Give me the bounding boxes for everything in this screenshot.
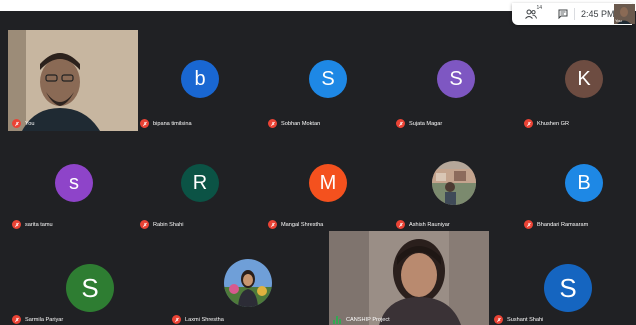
mic-off-icon [172, 315, 181, 324]
participant-name: Sujata Magar [409, 120, 443, 127]
participant-label: Ashish Rauniyar [396, 220, 450, 229]
avatar: S [66, 264, 114, 312]
self-preview-label: You [615, 18, 622, 23]
participant-tile-you[interactable]: You [8, 30, 138, 131]
participant-label: CANSHIP Project [333, 315, 390, 324]
speaking-indicator-icon [333, 315, 342, 324]
participant-name: Sarmila Pariyar [25, 316, 64, 323]
participant-label: You [12, 119, 34, 128]
participant-video-feed [329, 231, 489, 325]
participant-label: Sushant Shahi [494, 315, 543, 324]
participant-label: Bhandari Ramsaram [524, 220, 588, 229]
people-icon [525, 9, 537, 19]
participant-name: sarita tamu [25, 221, 53, 228]
avatar: K [565, 60, 603, 98]
chat-button[interactable] [556, 7, 570, 21]
mic-off-icon [268, 119, 277, 128]
participants-button[interactable]: 14 [522, 5, 542, 21]
avatar: s [55, 164, 93, 202]
mic-off-icon [494, 315, 503, 324]
avatar: S [544, 264, 592, 312]
participant-name: You [25, 120, 35, 127]
avatar-photo [224, 259, 272, 307]
chat-icon [558, 9, 568, 19]
participant-name: Sushant Shahi [507, 316, 544, 323]
mic-off-icon [12, 119, 21, 128]
participant-label: Rabin Shahi [140, 220, 183, 229]
participant-tile[interactable]: Laxmi Shrestha [168, 231, 318, 325]
participant-name: bipana timilsina [153, 120, 192, 127]
mic-off-icon [12, 220, 21, 229]
participant-label: Sobhan Moktan [268, 119, 320, 128]
participant-tile[interactable]: K Khushen GR [520, 30, 636, 130]
mic-off-icon [140, 220, 149, 229]
participant-name: CANSHIP Project [346, 316, 390, 323]
participant-tile[interactable]: M Mangal Shrestha [264, 131, 392, 231]
participant-name: Rabin Shahi [153, 221, 184, 228]
participant-name: Bhandari Ramsaram [537, 221, 589, 228]
participant-label: Khushen GR [524, 119, 569, 128]
participant-name: Mangal Shrestha [281, 221, 324, 228]
participant-name: Sobhan Moktan [281, 120, 321, 127]
mic-off-icon [396, 220, 405, 229]
participant-tile[interactable]: R Rabin Shahi [136, 131, 264, 231]
participant-label: bipana timilsina [140, 119, 192, 128]
participant-label: sarita tamu [12, 220, 53, 229]
participant-name: Laxmi Shrestha [185, 316, 224, 323]
participant-name: Khushen GR [537, 120, 570, 127]
mic-off-icon [12, 315, 21, 324]
avatar: B [565, 164, 603, 202]
avatar: S [437, 60, 475, 98]
self-preview-thumbnail[interactable]: You [614, 4, 635, 24]
participant-tile[interactable]: S Sujata Magar [392, 30, 520, 130]
participant-tile-speaking[interactable]: CANSHIP Project [329, 231, 489, 325]
participant-tile[interactable]: s sarita tamu [8, 131, 136, 231]
avatar: S [309, 60, 347, 98]
participants-count-badge: 14 [536, 5, 542, 11]
mic-off-icon [268, 220, 277, 229]
self-video-feed [8, 30, 138, 131]
participant-grid: You b bipana timilsina S Sobhan Moktan S… [0, 11, 636, 325]
mic-off-icon [524, 220, 533, 229]
avatar-photo [432, 161, 476, 205]
mic-off-icon [396, 119, 405, 128]
participant-tile[interactable]: B Bhandari Ramsaram [520, 131, 636, 231]
meet-window: You b bipana timilsina S Sobhan Moktan S… [0, 0, 636, 325]
participant-tile[interactable]: S Sushant Shahi [490, 231, 636, 325]
toolbar-divider [574, 8, 575, 20]
participant-name: Ashish Rauniyar [409, 221, 450, 228]
avatar: b [181, 60, 219, 98]
participant-label: Mangal Shrestha [268, 220, 323, 229]
mic-off-icon [524, 119, 533, 128]
participant-label: Sarmila Pariyar [12, 315, 63, 324]
participant-tile[interactable]: S Sobhan Moktan [264, 30, 392, 130]
mic-off-icon [140, 119, 149, 128]
participant-tile[interactable]: S Sarmila Pariyar [8, 231, 158, 325]
avatar: M [309, 164, 347, 202]
participant-tile[interactable]: Ashish Rauniyar [392, 131, 520, 231]
meeting-clock: 2:45 PM [581, 9, 615, 19]
participant-label: Laxmi Shrestha [172, 315, 224, 324]
participant-label: Sujata Magar [396, 119, 442, 128]
avatar: R [181, 164, 219, 202]
participant-tile[interactable]: b bipana timilsina [136, 30, 264, 130]
